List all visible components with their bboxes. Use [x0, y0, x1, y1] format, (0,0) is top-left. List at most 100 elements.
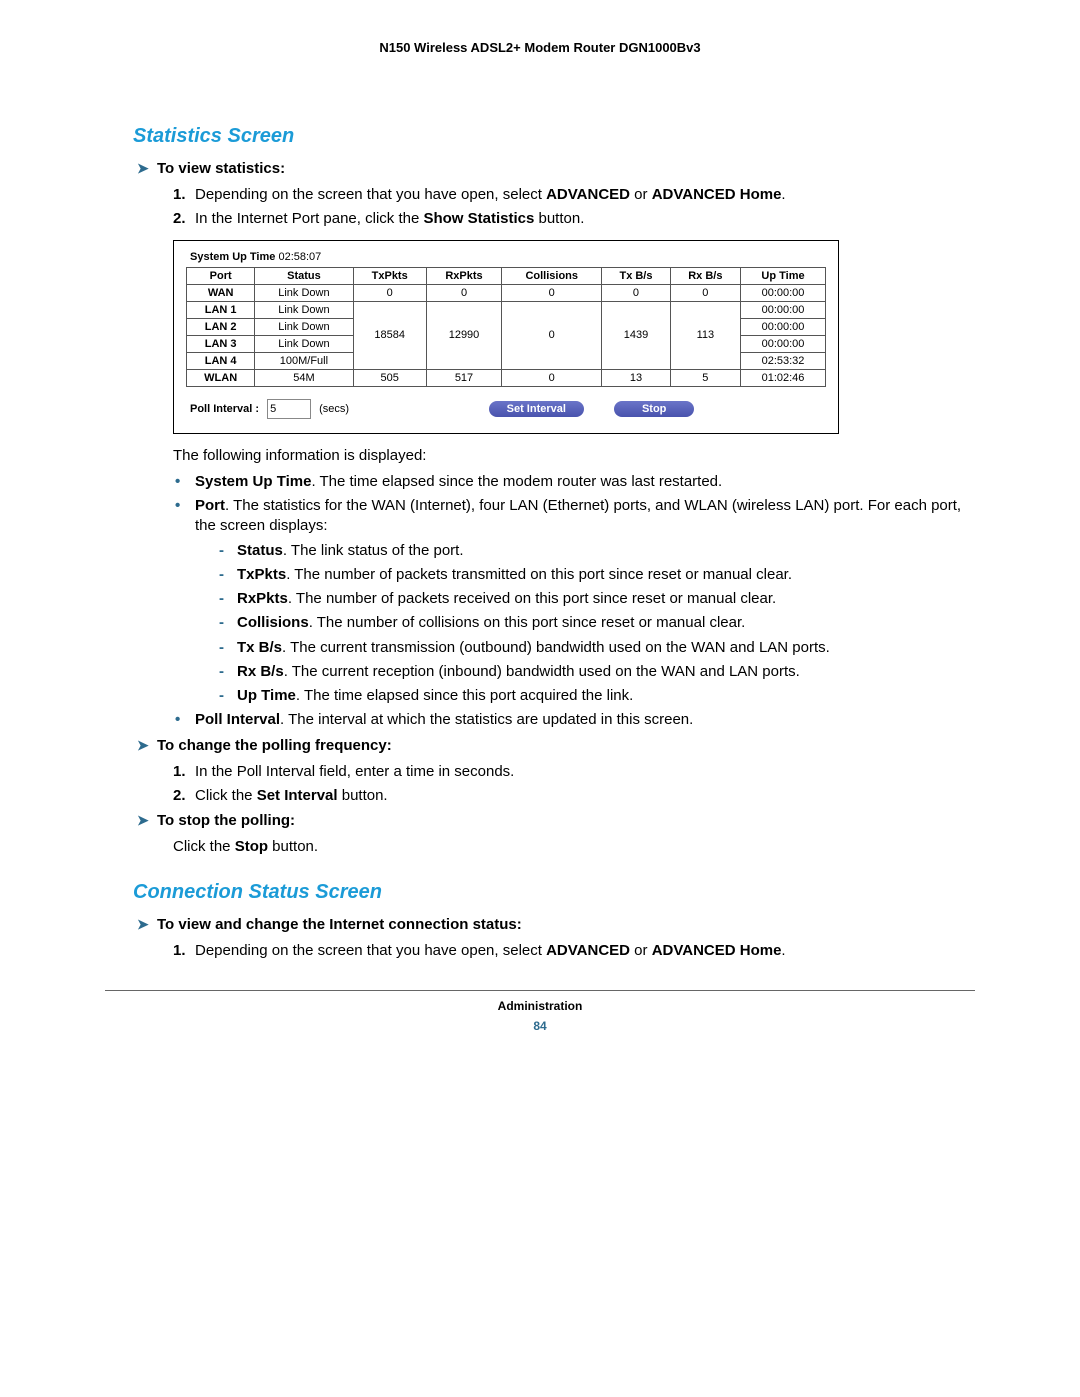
cell: 18584 — [353, 301, 426, 369]
cell: 54M — [255, 369, 353, 386]
cell: 0 — [426, 284, 501, 301]
term: RxPkts — [237, 590, 288, 607]
cell: 0 — [670, 284, 740, 301]
cell: 0 — [502, 284, 602, 301]
cell: 12990 — [426, 301, 501, 369]
list-item: TxPkts. The number of packets transmitte… — [217, 565, 975, 585]
term: Port — [195, 497, 225, 514]
step-text: Depending on the screen that you have op… — [195, 186, 546, 203]
definition: . The link status of the port. — [283, 542, 464, 559]
list-item: Up Time. The time elapsed since this por… — [217, 686, 975, 706]
definition: . The number of packets received on this… — [288, 590, 776, 607]
system-up-time: System Up Time 02:58:07 — [190, 251, 826, 263]
page-footer: Administration 84 — [105, 999, 975, 1033]
bold: ADVANCED Home — [652, 186, 782, 203]
col-uptime: Up Time — [741, 267, 826, 284]
poll-interval-input[interactable] — [267, 399, 311, 419]
step-text: . — [781, 186, 785, 203]
step-text: Click the — [195, 787, 257, 804]
table-row: WAN Link Down 0 0 0 0 0 00:00:00 — [187, 284, 826, 301]
definition: . The current reception (inbound) bandwi… — [284, 663, 800, 680]
bold: ADVANCED — [546, 942, 630, 959]
info-intro: The following information is displayed: — [173, 446, 975, 466]
cell: Link Down — [255, 318, 353, 335]
table-header-row: Port Status TxPkts RxPkts Collisions Tx … — [187, 267, 826, 284]
chevron-right-icon: ➤ — [137, 812, 157, 829]
cell: 13 — [602, 369, 670, 386]
bold: ADVANCED Home — [652, 942, 782, 959]
step-number: 1. — [173, 762, 195, 782]
list-item: System Up Time. The time elapsed since t… — [173, 472, 975, 492]
step-text: Depending on the screen that you have op… — [195, 942, 546, 959]
term: Up Time — [237, 687, 296, 704]
list-item: 1.Depending on the screen that you have … — [173, 941, 975, 961]
cell: 0 — [602, 284, 670, 301]
cell: 00:00:00 — [741, 318, 826, 335]
col-status: Status — [255, 267, 353, 284]
cell: LAN 2 — [187, 318, 255, 335]
list-item: 2.In the Internet Port pane, click the S… — [173, 209, 975, 229]
list-item: 1.Depending on the screen that you have … — [173, 185, 975, 205]
cell: 0 — [353, 284, 426, 301]
definition: . The number of collisions on this port … — [309, 614, 746, 631]
term: Poll Interval — [195, 711, 280, 728]
task-title: To change the polling frequency: — [157, 737, 392, 754]
task-body: Click the Stop button. — [173, 837, 975, 857]
poll-interval-unit: (secs) — [319, 403, 349, 415]
term: Tx B/s — [237, 639, 282, 656]
dash-list: Status. The link status of the port. TxP… — [217, 541, 975, 707]
set-interval-button[interactable]: Set Interval — [489, 401, 584, 417]
bold: ADVANCED — [546, 186, 630, 203]
col-txpkts: TxPkts — [353, 267, 426, 284]
definition: . The number of packets transmitted on t… — [286, 566, 792, 583]
list-item: RxPkts. The number of packets received o… — [217, 589, 975, 609]
cell: 00:00:00 — [741, 335, 826, 352]
col-rxbs: Rx B/s — [670, 267, 740, 284]
chevron-right-icon: ➤ — [137, 160, 157, 177]
table-row: WLAN 54M 505 517 0 13 5 01:02:46 — [187, 369, 826, 386]
definition: . The current transmission (outbound) ba… — [282, 639, 830, 656]
col-collisions: Collisions — [502, 267, 602, 284]
cell: 1439 — [602, 301, 670, 369]
step-text: button. — [338, 787, 388, 804]
list-item: 1.In the Poll Interval field, enter a ti… — [173, 762, 975, 782]
task-change-polling: ➤To change the polling frequency: — [137, 737, 975, 754]
list-item: Tx B/s. The current transmission (outbou… — [217, 638, 975, 658]
statistics-screenshot: System Up Time 02:58:07 Port Status TxPk… — [173, 240, 839, 434]
bullet-list: System Up Time. The time elapsed since t… — [173, 472, 975, 731]
definition: . The interval at which the statistics a… — [280, 711, 693, 728]
col-rxpkts: RxPkts — [426, 267, 501, 284]
task-view-statistics: ➤To view statistics: — [137, 160, 975, 177]
footer-rule — [105, 990, 975, 991]
list-item: 2.Click the Set Interval button. — [173, 786, 975, 806]
definition: . The time elapsed since the modem route… — [311, 473, 722, 490]
cell: 0 — [502, 301, 602, 369]
table-row: LAN 1 Link Down 18584 12990 0 1439 113 0… — [187, 301, 826, 318]
step-text: or — [630, 186, 652, 203]
term: Status — [237, 542, 283, 559]
bold: Show Statistics — [423, 210, 534, 227]
step-text: . — [781, 942, 785, 959]
term: Collisions — [237, 614, 309, 631]
cell: 505 — [353, 369, 426, 386]
cell: 517 — [426, 369, 501, 386]
task-title: To view and change the Internet connecti… — [157, 916, 522, 933]
cell: WLAN — [187, 369, 255, 386]
ordered-list: 1.In the Poll Interval field, enter a ti… — [173, 762, 975, 807]
cell: 5 — [670, 369, 740, 386]
ordered-list: 1.Depending on the screen that you have … — [173, 941, 975, 961]
task-title: To view statistics: — [157, 160, 285, 177]
list-item: Status. The link status of the port. — [217, 541, 975, 561]
term: System Up Time — [195, 473, 311, 490]
cell: WAN — [187, 284, 255, 301]
stop-button[interactable]: Stop — [614, 401, 694, 417]
cell: LAN 4 — [187, 352, 255, 369]
section-title-connection: Connection Status Screen — [133, 881, 975, 904]
footer-page-number: 84 — [105, 1019, 975, 1033]
step-text: In the Poll Interval field, enter a time… — [195, 763, 514, 780]
cell: LAN 3 — [187, 335, 255, 352]
step-text: button. — [534, 210, 584, 227]
page-header: N150 Wireless ADSL2+ Modem Router DGN100… — [105, 40, 975, 55]
chevron-right-icon: ➤ — [137, 737, 157, 754]
term: Rx B/s — [237, 663, 284, 680]
